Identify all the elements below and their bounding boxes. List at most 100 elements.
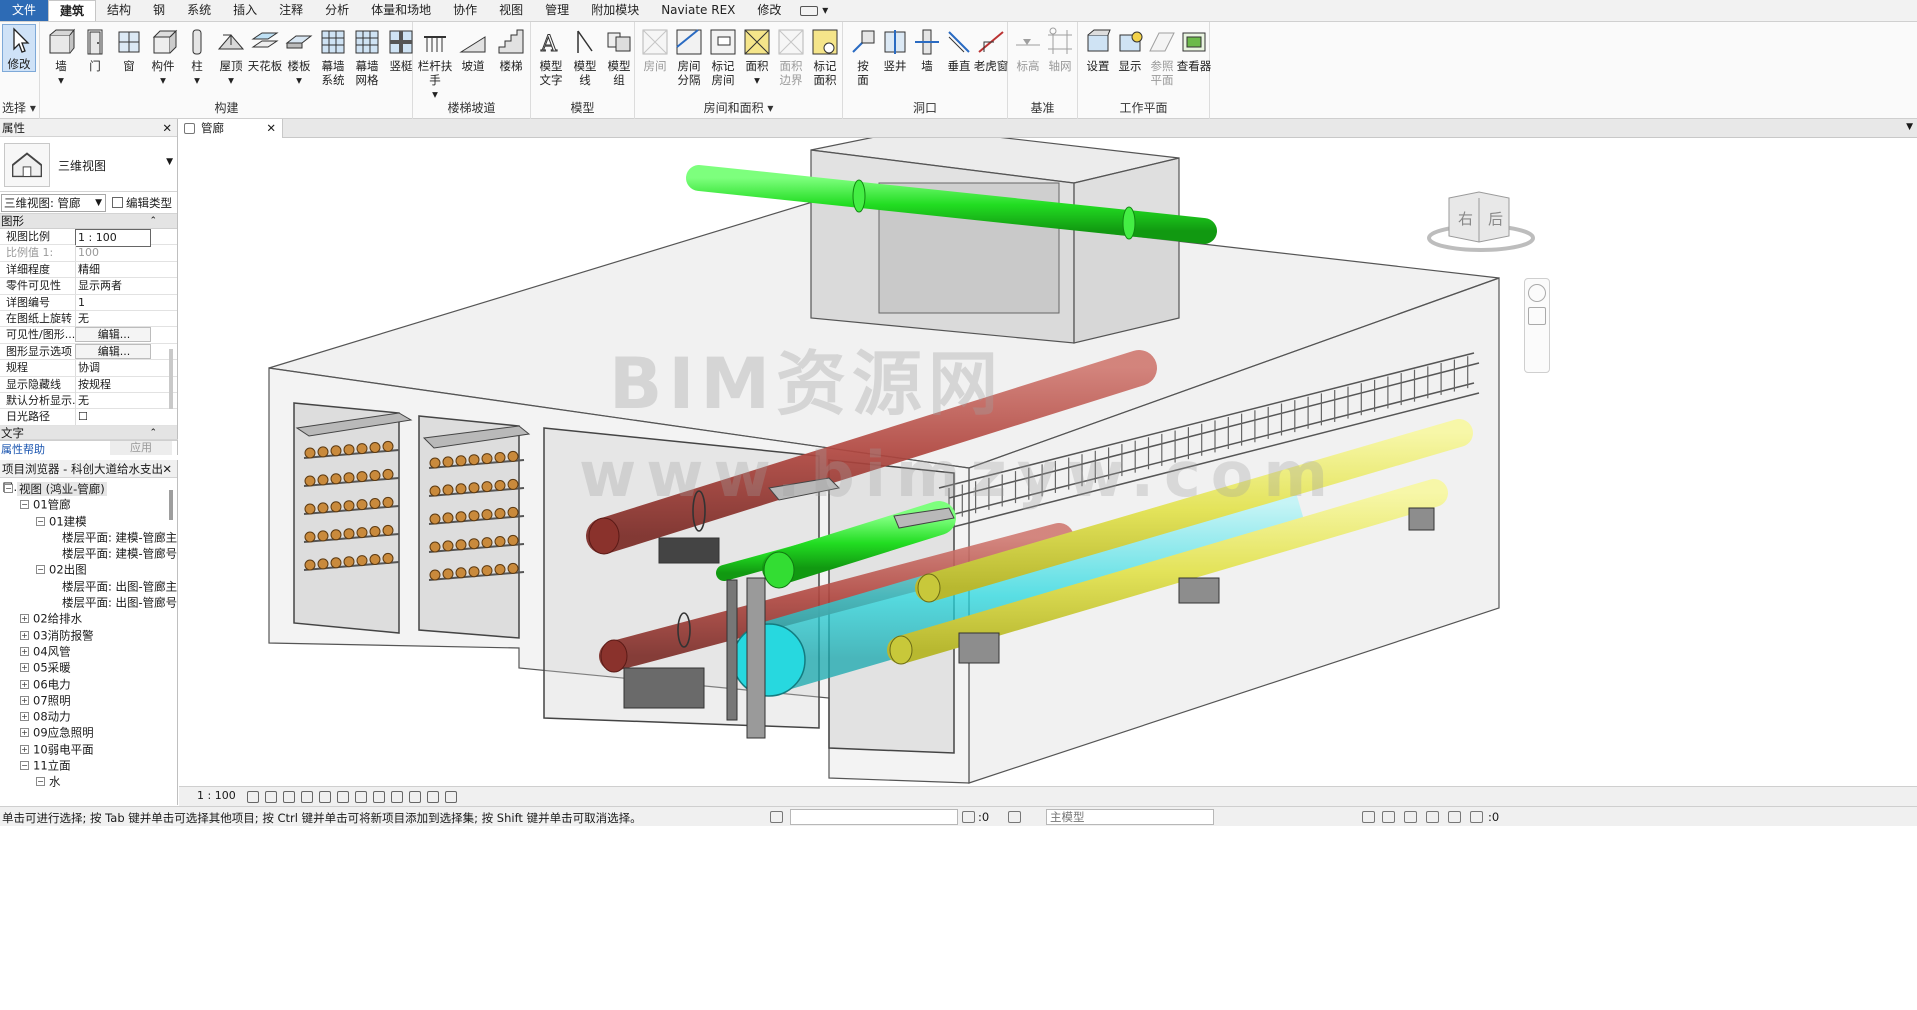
- menu-tab-9[interactable]: 协作: [442, 0, 488, 21]
- properties-help-link[interactable]: 属性帮助: [1, 441, 45, 457]
- select-dropdown[interactable]: 选择 ▾: [0, 99, 39, 116]
- workset-select[interactable]: [790, 809, 958, 825]
- property-value[interactable]: ☐: [75, 409, 151, 426]
- type-selector[interactable]: 三维视图 ▼: [0, 137, 177, 192]
- design-options-icon[interactable]: [1008, 811, 1021, 823]
- menu-tab-10[interactable]: 视图: [488, 0, 534, 21]
- browser-tree-item[interactable]: −01管廊: [0, 496, 177, 512]
- collapse-icon[interactable]: −: [36, 565, 45, 575]
- menu-tab-0[interactable]: 文件: [0, 0, 49, 21]
- crop-view-icon[interactable]: [337, 791, 349, 803]
- section-graphics[interactable]: 图形 ⌃: [0, 214, 177, 229]
- stairs-button-0[interactable]: 栏杆扶手 ▾: [415, 27, 455, 101]
- properties-scrollbar[interactable]: [169, 349, 173, 409]
- menu-tab-5[interactable]: 插入: [222, 0, 268, 21]
- browser-tree-item[interactable]: +05采暖: [0, 659, 177, 675]
- design-option-select[interactable]: 主模型: [1046, 809, 1214, 825]
- browser-tree-item[interactable]: +06电力: [0, 676, 177, 692]
- browser-tree-item[interactable]: +07照明: [0, 692, 177, 708]
- view-tab-3d[interactable]: 管廊 ✕: [179, 119, 283, 138]
- property-value[interactable]: 按规程: [75, 376, 151, 393]
- browser-tree-item[interactable]: −02出图: [0, 561, 177, 577]
- browser-tree-item[interactable]: +10弱电平面: [0, 741, 177, 757]
- select-pinned-icon[interactable]: [1404, 811, 1417, 823]
- view-scale[interactable]: 1 : 100: [197, 789, 236, 802]
- sun-path-icon[interactable]: [283, 791, 295, 803]
- browser-tree-item[interactable]: 楼层平面: 出图-管廊号: [0, 594, 177, 610]
- menu-tab-4[interactable]: 系统: [176, 0, 222, 21]
- menu-tab-7[interactable]: 分析: [314, 0, 360, 21]
- property-value[interactable]: 精细: [75, 261, 151, 278]
- select-underlay-icon[interactable]: [1382, 811, 1395, 823]
- edit-button[interactable]: 编辑...: [75, 343, 151, 359]
- browser-tree-item[interactable]: 楼层平面: 出图-管廊主: [0, 578, 177, 594]
- expand-icon[interactable]: +: [20, 744, 29, 754]
- close-icon[interactable]: ✕: [266, 119, 276, 137]
- browser-tree-item[interactable]: +08动力: [0, 708, 177, 724]
- datum-button-1[interactable]: 轴网: [1040, 27, 1080, 73]
- menu-tab-1[interactable]: 建筑: [48, 0, 97, 21]
- analysis-icon[interactable]: [427, 791, 439, 803]
- viewcube[interactable]: 右 后: [1424, 188, 1539, 253]
- ribbon-toggle-icon[interactable]: ▾: [792, 0, 836, 21]
- editable-icon[interactable]: [962, 811, 975, 823]
- select-links-icon[interactable]: [1362, 811, 1375, 823]
- menu-tab-3[interactable]: 钢: [142, 0, 176, 21]
- tab-list-dropdown-icon[interactable]: ▼: [1906, 122, 1913, 132]
- modify-button[interactable]: 修改: [2, 24, 36, 72]
- menu-tab-13[interactable]: Naviate REX: [650, 0, 746, 21]
- edit-button[interactable]: 编辑...: [75, 327, 151, 343]
- render-icon[interactable]: [319, 791, 331, 803]
- edit-type-button[interactable]: 编辑类型: [112, 195, 172, 211]
- collapse-icon[interactable]: −: [4, 484, 13, 493]
- browser-tree-item[interactable]: +09应急照明: [0, 724, 177, 740]
- viewcube-face-back[interactable]: 后: [1488, 208, 1503, 229]
- expand-icon[interactable]: +: [20, 695, 29, 705]
- property-value[interactable]: 1 : 100: [75, 229, 151, 247]
- collapse-icon[interactable]: −: [20, 761, 29, 771]
- browser-tree-item[interactable]: − 水: [0, 773, 177, 789]
- expand-icon[interactable]: +: [20, 646, 29, 656]
- browser-scrollbar[interactable]: [169, 490, 173, 520]
- lock-view-icon[interactable]: [373, 791, 385, 803]
- 3d-viewport[interactable]: BIM资源网 www.bimzyw.com 右 后: [179, 138, 1917, 786]
- menu-tab-8[interactable]: 体量和场地: [360, 0, 442, 21]
- expand-icon[interactable]: +: [20, 663, 29, 673]
- collapse-icon[interactable]: −: [36, 777, 45, 787]
- close-icon[interactable]: ✕: [162, 119, 172, 137]
- stairs-button-1[interactable]: 坡道: [453, 27, 493, 73]
- show-crop-icon[interactable]: [355, 791, 367, 803]
- browser-tree-item[interactable]: −11立面: [0, 757, 177, 773]
- expand-icon[interactable]: +: [20, 614, 29, 624]
- visual-style-icon[interactable]: [265, 791, 277, 803]
- shadows-icon[interactable]: [301, 791, 313, 803]
- chevron-down-icon[interactable]: [1528, 330, 1546, 340]
- menu-tab-12[interactable]: 附加模块: [580, 0, 650, 21]
- expand-icon[interactable]: +: [20, 728, 29, 738]
- menu-tab-2[interactable]: 结构: [96, 0, 142, 21]
- apply-button[interactable]: 应用: [110, 441, 172, 455]
- property-value[interactable]: 1: [75, 294, 151, 311]
- menu-tab-11[interactable]: 管理: [534, 0, 580, 21]
- zoom-icon[interactable]: [1528, 307, 1546, 325]
- worksets-icon[interactable]: [770, 811, 783, 823]
- property-value[interactable]: 协调: [75, 360, 151, 377]
- reveal-hidden-icon[interactable]: [409, 791, 421, 803]
- browser-tree-item[interactable]: +03消防报警: [0, 627, 177, 643]
- browser-tree-item[interactable]: −01建模: [0, 513, 177, 529]
- browser-tree-item[interactable]: +04风管: [0, 643, 177, 659]
- collapse-icon[interactable]: −: [20, 500, 29, 510]
- menu-tab-14[interactable]: 修改: [746, 0, 792, 21]
- constraints-icon[interactable]: [445, 791, 457, 803]
- property-value[interactable]: 显示两者: [75, 278, 151, 295]
- browser-tree-item[interactable]: − 视图 (鸿业-管廊): [0, 480, 177, 496]
- temp-hide-icon[interactable]: [391, 791, 403, 803]
- browser-tree-item[interactable]: 楼层平面: 建模-管廊号: [0, 545, 177, 561]
- steering-wheel-icon[interactable]: [1528, 284, 1546, 302]
- browser-tree-item[interactable]: +02给排水: [0, 610, 177, 626]
- group-label-room[interactable]: 房间和面积 ▾: [635, 99, 842, 116]
- collapse-icon[interactable]: −: [36, 516, 45, 526]
- workplane-button-3[interactable]: 查看器: [1174, 27, 1214, 73]
- select-by-face-icon[interactable]: [1426, 811, 1439, 823]
- close-icon[interactable]: ✕: [162, 460, 172, 478]
